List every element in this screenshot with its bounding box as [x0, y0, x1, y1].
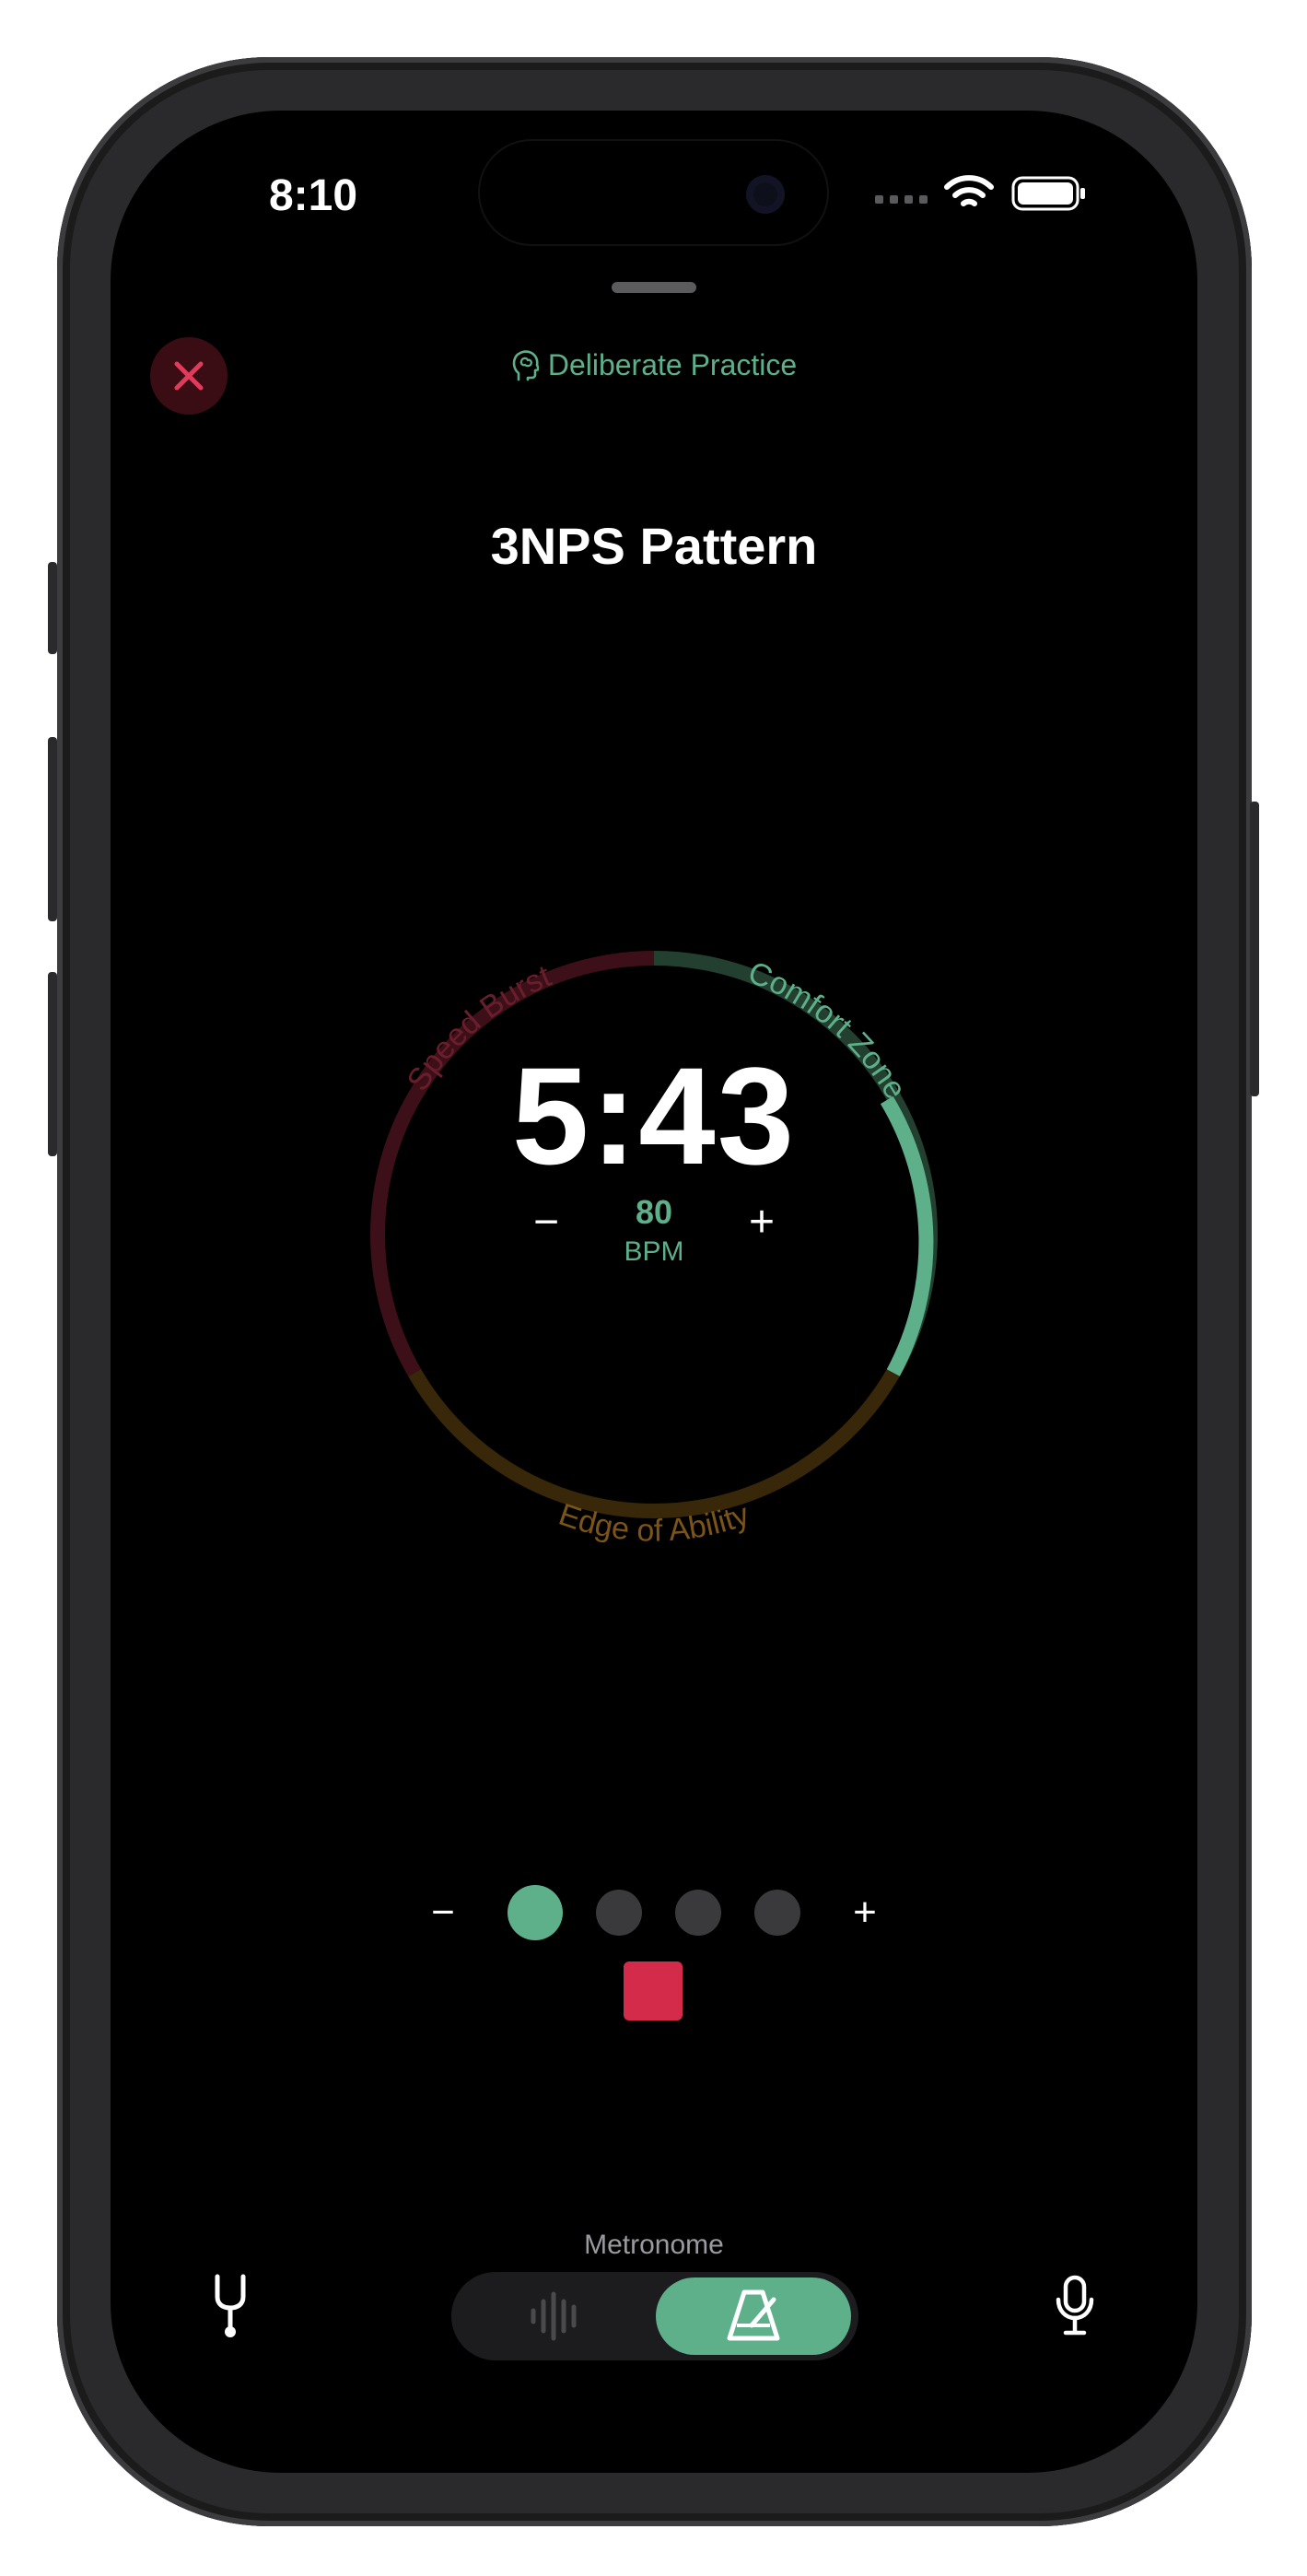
step-dot[interactable]	[675, 1890, 721, 1936]
camera-icon	[746, 175, 785, 214]
mode-label-text: Deliberate Practice	[547, 348, 798, 381]
sheet-grabber[interactable]	[612, 282, 696, 293]
mode-label: Deliberate Practice	[111, 348, 1197, 382]
step-dot[interactable]	[508, 1885, 563, 1940]
step-dot[interactable]	[596, 1890, 642, 1936]
tuning-fork-icon	[215, 2274, 246, 2337]
mode-caption: Metronome	[584, 2230, 724, 2260]
segment-metronome[interactable]	[656, 2277, 851, 2355]
volume-down-button	[48, 972, 57, 1156]
signal-icon	[875, 195, 928, 204]
microphone-button[interactable]	[1043, 2265, 1107, 2348]
mode-segmented-control	[451, 2272, 858, 2360]
step-increase-button[interactable]: +	[837, 1885, 893, 1940]
battery-icon	[1011, 176, 1085, 211]
stop-button[interactable]	[624, 1961, 683, 2020]
bpm-increase-button[interactable]: +	[734, 1194, 789, 1249]
power-button	[1250, 802, 1259, 1096]
mic-icon	[1056, 2275, 1094, 2336]
action-button	[48, 562, 57, 654]
bpm-value: 80	[635, 1193, 673, 1231]
step-selector: − +	[111, 1885, 1197, 1940]
tempo-dial: Speed Burst Comfort Zone Edge of Ability	[370, 951, 938, 1548]
step-decrease-button[interactable]: −	[415, 1885, 471, 1940]
screen: 8:10 Deliberate Practice 3NPS Pattern Sp…	[111, 111, 1197, 2473]
timer-display: 5:43	[511, 1038, 797, 1193]
metronome-icon	[727, 2289, 780, 2341]
tuner-button[interactable]	[198, 2265, 263, 2348]
wifi-icon	[944, 175, 994, 206]
status-icons	[875, 168, 1151, 223]
brain-icon	[512, 349, 539, 381]
volume-up-button	[48, 737, 57, 921]
step-dot[interactable]	[754, 1890, 800, 1936]
edge-of-ability-arc	[408, 1368, 900, 1518]
exercise-title: 3NPS Pattern	[490, 517, 818, 575]
status-time: 8:10	[268, 171, 358, 220]
bpm-unit: BPM	[624, 1236, 684, 1267]
waveform-icon	[531, 2291, 577, 2341]
segment-waveform[interactable]	[459, 2277, 652, 2355]
